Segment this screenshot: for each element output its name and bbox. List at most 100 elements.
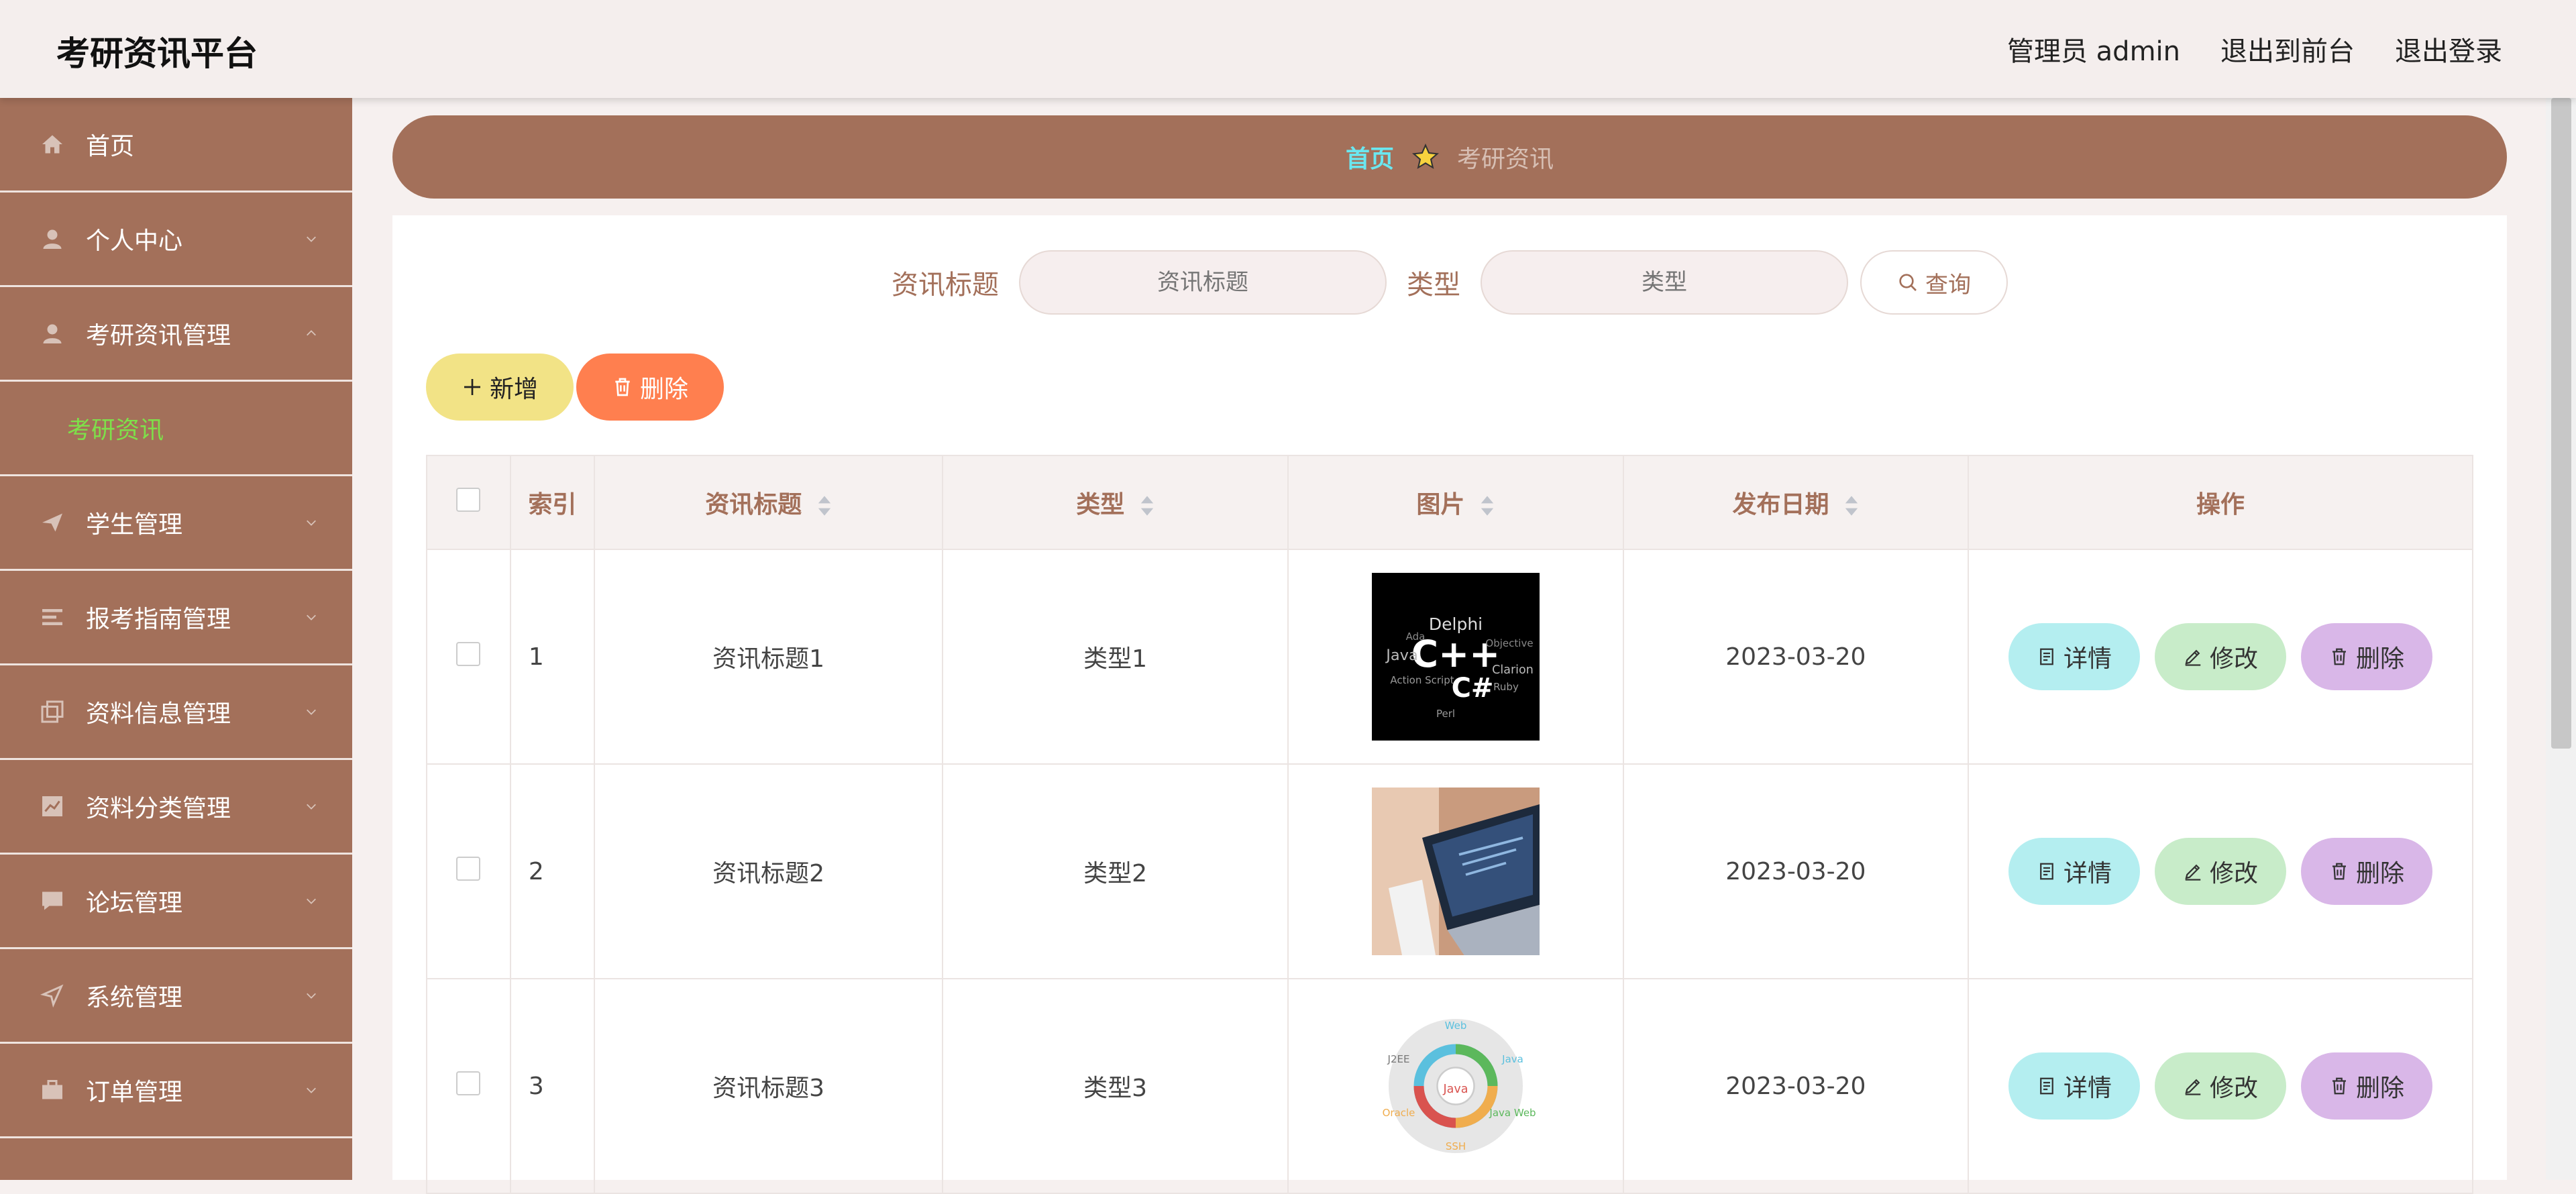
table-row: 3 资讯标题3 类型3 Java Web Java J2EE Java Web …	[426, 978, 2473, 1194]
query-button[interactable]: 查询	[1860, 250, 2008, 315]
row-checkbox[interactable]	[456, 641, 481, 666]
row-image-cell	[1287, 763, 1624, 979]
search-title-input[interactable]	[1019, 250, 1387, 315]
batch-delete-button[interactable]: 删除	[576, 354, 724, 421]
delete-button-label: 删除	[2356, 645, 2405, 673]
sidebar-item-label: 系统管理	[86, 984, 183, 1012]
image-word: Java	[1385, 647, 1418, 664]
breadcrumb-current: 考研资讯	[1457, 146, 1554, 173]
edit-button-label: 修改	[2210, 1075, 2259, 1102]
chevron-down-icon	[307, 236, 316, 242]
row-checkbox[interactable]	[456, 1071, 481, 1095]
row-checkbox[interactable]	[456, 856, 481, 881]
detail-button[interactable]: 详情	[2008, 838, 2141, 905]
sidebar-item-orders[interactable]: 订单管理	[0, 1044, 352, 1138]
edit-icon	[2185, 649, 2201, 666]
sidebar-item-home[interactable]: 首页	[0, 98, 352, 193]
image-word: Delphi	[1429, 614, 1483, 634]
sidebar-item-students[interactable]: 学生管理	[0, 476, 352, 571]
edit-icon	[2185, 864, 2201, 881]
document-icon	[2040, 1077, 2053, 1095]
row-type: 类型2	[942, 763, 1289, 979]
select-all-cell	[426, 455, 511, 550]
image-word: Ada	[1405, 631, 1425, 643]
trash-icon	[2332, 648, 2347, 665]
delete-button[interactable]: 删除	[2301, 838, 2433, 905]
sidebar-item-forum[interactable]: 论坛管理	[0, 855, 352, 949]
sidebar-item-label: 订单管理	[86, 1079, 183, 1106]
batch-delete-button-label: 删除	[639, 376, 688, 403]
query-button-label: 查询	[1925, 271, 1971, 298]
row-select-cell	[426, 763, 511, 979]
list-icon	[38, 602, 67, 632]
admin-label[interactable]: 管理员 admin	[2007, 30, 2180, 68]
header-type[interactable]: 类型	[942, 455, 1289, 550]
select-all-checkbox[interactable]	[456, 487, 481, 512]
trash-icon	[615, 378, 630, 396]
header-date-label: 发布日期	[1732, 491, 1829, 519]
action-bar: 新增 删除	[426, 354, 724, 421]
image-word: Perl	[1436, 708, 1455, 720]
delete-button-label: 删除	[2356, 1075, 2405, 1102]
message-icon	[38, 886, 67, 916]
row-date: 2023-03-20	[1622, 549, 1970, 765]
search-type-input[interactable]	[1481, 250, 1848, 315]
edit-button[interactable]: 修改	[2155, 838, 2287, 905]
chevron-down-icon	[307, 898, 316, 904]
header-date[interactable]: 发布日期	[1622, 455, 1970, 550]
add-button-label: 新增	[489, 376, 538, 403]
image-word: Java Web	[1489, 1107, 1536, 1119]
edit-button[interactable]: 修改	[2155, 1052, 2287, 1120]
row-index: 2	[509, 763, 595, 979]
document-icon	[2040, 863, 2053, 880]
logout-link[interactable]: 退出登录	[2395, 30, 2502, 68]
row-image[interactable]	[1371, 788, 1540, 955]
sidebar-item-guide[interactable]: 报考指南管理	[0, 571, 352, 665]
image-word: SSH	[1445, 1140, 1465, 1152]
image-word: Action Script	[1390, 674, 1454, 686]
sidebar-item-categories[interactable]: 资料分类管理	[0, 760, 352, 855]
row-title: 资讯标题3	[593, 978, 944, 1194]
sidebar-item-label: 首页	[86, 133, 135, 160]
sidebar-item-personal-center[interactable]: 个人中心	[0, 193, 352, 287]
header-image[interactable]: 图片	[1287, 455, 1624, 550]
edit-button[interactable]: 修改	[2155, 623, 2287, 690]
row-type: 类型1	[942, 549, 1289, 765]
header-title[interactable]: 资讯标题	[593, 455, 944, 550]
scrollbar-thumb[interactable]	[2551, 98, 2571, 749]
list-panel: 资讯标题 类型 查询 新增 删除	[392, 215, 2507, 1194]
row-image-cell: Java Web Java J2EE Java Web Oracle SSH	[1287, 978, 1624, 1194]
sidebar-item-label: 资料分类管理	[86, 795, 231, 822]
trash-icon	[2332, 1077, 2347, 1095]
sort-icon[interactable]	[1844, 494, 1859, 517]
sidebar-item-news-management[interactable]: 考研资讯管理	[0, 287, 352, 382]
header-image-label: 图片	[1416, 491, 1465, 519]
navigation-icon	[38, 981, 67, 1010]
back-to-front-link[interactable]: 退出到前台	[2220, 30, 2355, 68]
row-image[interactable]: Java Web Java J2EE Java Web Oracle SSH	[1371, 1002, 1540, 1170]
star-icon	[1411, 143, 1440, 169]
sidebar-item-system[interactable]: 系统管理	[0, 949, 352, 1044]
header-index: 索引	[509, 455, 595, 550]
trash-icon	[2332, 863, 2347, 880]
row-image[interactable]: Delphi C++ C# Java Clarion Ruby Perl Act…	[1371, 573, 1540, 741]
sidebar-item-materials[interactable]: 资料信息管理	[0, 665, 352, 760]
sidebar-subitem-news[interactable]: 考研资讯	[0, 382, 352, 476]
row-select-cell	[426, 978, 511, 1194]
chevron-up-icon	[307, 330, 316, 336]
sort-icon[interactable]	[817, 494, 832, 517]
detail-button[interactable]: 详情	[2008, 623, 2141, 690]
sort-icon[interactable]	[1140, 494, 1155, 517]
search-type-label: 类型	[1407, 270, 1460, 301]
table-row: 2 资讯标题2 类型2 2023-03-20 详情 修改 删除	[426, 763, 2473, 979]
chevron-down-icon	[307, 614, 316, 620]
chevron-down-icon	[307, 993, 316, 999]
delete-button[interactable]: 删除	[2301, 623, 2433, 690]
page-scrollbar[interactable]	[2546, 98, 2576, 1180]
sort-icon[interactable]	[1480, 494, 1495, 517]
edit-button-label: 修改	[2210, 860, 2259, 887]
detail-button[interactable]: 详情	[2008, 1052, 2141, 1120]
delete-button[interactable]: 删除	[2301, 1052, 2433, 1120]
add-button[interactable]: 新增	[426, 354, 574, 421]
breadcrumb-home[interactable]: 首页	[1346, 140, 1394, 174]
